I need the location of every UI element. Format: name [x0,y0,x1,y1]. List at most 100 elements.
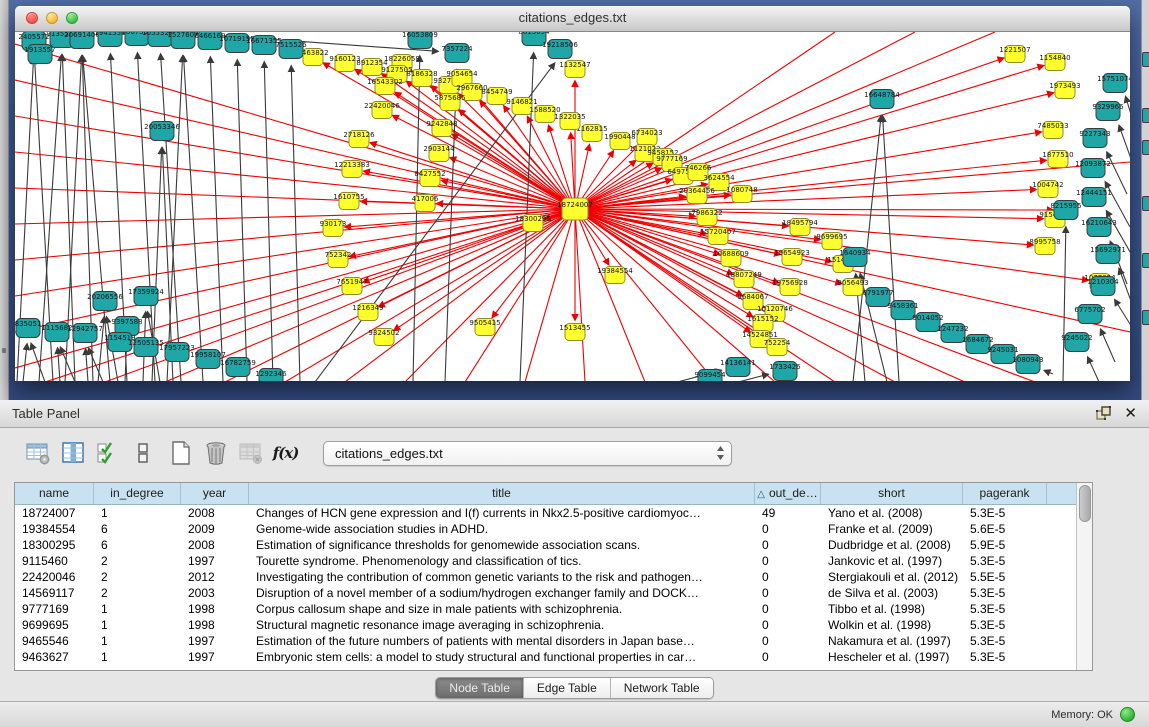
cell-pagerank[interactable]: 5.6E-5 [963,521,1047,537]
cell-title[interactable]: Structural magnetic resonance image aver… [249,617,755,633]
table-row[interactable]: 946554611997Estimation of the future num… [15,633,1092,649]
cell-out_de[interactable]: 0 [755,569,821,585]
cell-in_degree[interactable]: 6 [94,537,181,553]
left-splitter[interactable] [0,0,9,400]
cell-year[interactable]: 2003 [181,585,249,601]
cell-in_degree[interactable]: 2 [94,553,181,569]
column-header-year[interactable]: year [181,483,249,504]
cell-name[interactable]: 18724007 [15,505,94,521]
cell-short[interactable]: Jankovic et al. (1997) [821,553,963,569]
cell-out_de[interactable]: 49 [755,505,821,521]
window-titlebar[interactable]: citations_edges.txt [15,6,1130,32]
cell-in_degree[interactable]: 1 [94,633,181,649]
table-row[interactable]: 969969511998Structural magnetic resonanc… [15,617,1092,633]
cell-year[interactable]: 2008 [181,537,249,553]
cell-out_de[interactable]: 0 [755,553,821,569]
create-column-icon[interactable] [167,440,194,467]
cell-out_de[interactable]: 0 [755,585,821,601]
cell-short[interactable]: Hescheler et al. (1997) [821,649,963,665]
cell-name[interactable]: 19384554 [15,521,94,537]
cell-year[interactable]: 1997 [181,553,249,569]
tab-node-table[interactable]: Node Table [436,678,524,698]
cell-pagerank[interactable]: 5.5E-5 [963,569,1047,585]
table-row[interactable]: 1872400712008Changes of HCN gene express… [15,505,1092,521]
cell-title[interactable]: Tourette syndrome. Phenomenology and cla… [249,553,755,569]
cell-name[interactable]: 9465546 [15,633,94,649]
column-header-out_de[interactable]: △out_de… [755,483,821,504]
cell-in_degree[interactable]: 1 [94,617,181,633]
cell-name[interactable]: 9699695 [15,617,94,633]
cell-in_degree[interactable]: 1 [94,601,181,617]
cell-name[interactable]: 14569117 [15,585,94,601]
table-row[interactable]: 2242004622012Investigating the contribut… [15,569,1092,585]
cell-year[interactable]: 2008 [181,505,249,521]
cell-out_de[interactable]: 0 [755,521,821,537]
network-view-canvas[interactable]: 1872400718300295193845541572040710688609… [15,32,1130,381]
cell-title[interactable]: Genome-wide association studies in ADHD. [249,521,755,537]
cell-short[interactable]: Nakamura et al. (1997) [821,633,963,649]
column-header-title[interactable]: title [249,483,755,504]
cell-title[interactable]: Investigating the contribution of common… [249,569,755,585]
close-panel-button[interactable]: ✕ [1124,406,1137,421]
cell-in_degree[interactable]: 2 [94,585,181,601]
function-builder-icon[interactable]: f(x) [272,440,299,467]
tab-network-table[interactable]: Network Table [611,678,713,698]
cell-out_de[interactable]: 0 [755,649,821,665]
cell-short[interactable]: Wolkin et al. (1998) [821,617,963,633]
cell-in_degree[interactable]: 6 [94,521,181,537]
cell-out_de[interactable]: 0 [755,537,821,553]
cell-short[interactable]: Tibbo et al. (1998) [821,601,963,617]
cell-short[interactable]: Franke et al. (2009) [821,521,963,537]
cell-in_degree[interactable]: 1 [94,649,181,665]
tab-edge-table[interactable]: Edge Table [524,678,611,698]
cell-year[interactable]: 1998 [181,601,249,617]
table-row[interactable]: 1938455462009Genome-wide association stu… [15,521,1092,537]
table-row[interactable]: 911546021997Tourette syndrome. Phenomeno… [15,553,1092,569]
cell-name[interactable]: 9777169 [15,601,94,617]
cell-title[interactable]: Estimation of significance thresholds fo… [249,537,755,553]
cell-pagerank[interactable]: 5.3E-5 [963,649,1047,665]
cell-year[interactable]: 1997 [181,649,249,665]
cell-short[interactable]: Yano et al. (2008) [821,505,963,521]
row-height-icon[interactable] [129,440,156,467]
column-header-in_degree[interactable]: in_degree [94,483,181,504]
cell-title[interactable]: Disruption of a novel member of a sodium… [249,585,755,601]
cell-title[interactable]: Embryonic stem cells: a model to study s… [249,649,755,665]
cell-pagerank[interactable]: 5.3E-5 [963,617,1047,633]
cell-in_degree[interactable]: 1 [94,505,181,521]
cell-name[interactable]: 18300295 [15,537,94,553]
show-columns-icon[interactable] [59,440,86,467]
table-row[interactable]: 946362711997Embryonic stem cells: a mode… [15,649,1092,665]
column-header-name[interactable]: name [15,483,94,504]
cell-year[interactable]: 2009 [181,521,249,537]
float-panel-icon[interactable] [1096,406,1112,421]
cell-short[interactable]: Stergiakouli et al. (2012) [821,569,963,585]
cell-year[interactable]: 1997 [181,633,249,649]
table-selector-combobox[interactable]: citations_edges.txt [323,441,732,466]
cell-pagerank[interactable]: 5.3E-5 [963,553,1047,569]
cell-title[interactable]: Changes of HCN gene expression and I(f) … [249,505,755,521]
table-vertical-scrollbar[interactable] [1076,483,1092,670]
cell-pagerank[interactable]: 5.3E-5 [963,601,1047,617]
cell-out_de[interactable]: 0 [755,601,821,617]
delete-column-icon[interactable] [202,440,229,467]
cell-short[interactable]: de Silva et al. (2003) [821,585,963,601]
cell-title[interactable]: Estimation of the future numbers of pati… [249,633,755,649]
scrollbar-thumb[interactable] [1079,485,1091,522]
cell-name[interactable]: 22420046 [15,569,94,585]
cell-pagerank[interactable]: 5.3E-5 [963,505,1047,521]
cell-year[interactable]: 2012 [181,569,249,585]
cell-pagerank[interactable]: 5.3E-5 [963,633,1047,649]
cell-name[interactable]: 9463627 [15,649,94,665]
splitter-handle-icon[interactable] [2,348,6,353]
cell-pagerank[interactable]: 5.3E-5 [963,585,1047,601]
select-rows-icon[interactable] [94,440,121,467]
table-row[interactable]: 1830029562008Estimation of significance … [15,537,1092,553]
cell-out_de[interactable]: 0 [755,633,821,649]
cell-short[interactable]: Dudbridge et al. (2008) [821,537,963,553]
table-row[interactable]: 977716911998Corpus callosum shape and si… [15,601,1092,617]
table-mode-icon[interactable] [24,440,51,467]
cell-year[interactable]: 1998 [181,617,249,633]
cell-pagerank[interactable]: 5.9E-5 [963,537,1047,553]
column-header-short[interactable]: short [821,483,963,504]
